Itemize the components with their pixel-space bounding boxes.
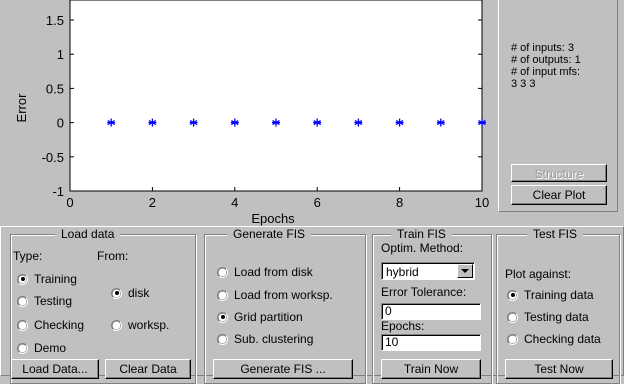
- input-mfs-label: # of input mfs:: [511, 66, 581, 78]
- train-fis-group: Train FIS Optim. Method: hybrid Error To…: [372, 227, 492, 384]
- generate-fis-button[interactable]: Generate FIS ...: [213, 359, 353, 379]
- clear-data-button[interactable]: Clear Data: [105, 359, 191, 379]
- radio-icon: [17, 319, 28, 331]
- chevron-down-icon[interactable]: [457, 264, 473, 278]
- x-tick-label: 10: [475, 195, 489, 210]
- radio-icon: [217, 289, 228, 301]
- source-workspace-radio[interactable]: worksp.: [111, 318, 169, 332]
- from-label: From:: [97, 249, 129, 263]
- test-checking-data-radio[interactable]: Checking data: [507, 332, 601, 346]
- y-tick-label: -1: [52, 184, 64, 199]
- x-tick-label: 2: [149, 195, 156, 210]
- y-tick-label: 0.5: [46, 81, 64, 96]
- radio-icon: [17, 342, 28, 354]
- x-tick-label: 8: [396, 195, 403, 210]
- epochs-label: Epochs:: [381, 319, 425, 333]
- generate-fis-title: Generate FIS: [227, 227, 312, 241]
- type-checking-radio[interactable]: Checking: [17, 318, 84, 332]
- x-axis-label: Epochs: [251, 211, 295, 226]
- train-fis-title: Train FIS: [391, 227, 452, 241]
- plot-area: [69, 0, 483, 192]
- type-training-radio[interactable]: Training: [17, 272, 77, 286]
- y-axis-label: Error: [14, 93, 29, 123]
- test-fis-group: Test FIS Plot against: Training data Tes…: [496, 227, 620, 384]
- x-tick-label: 4: [231, 195, 238, 210]
- radio-icon: [111, 319, 122, 331]
- load-from-disk-radio[interactable]: Load from disk: [217, 265, 313, 279]
- optim-method-select[interactable]: hybrid: [381, 262, 475, 280]
- error-tolerance-label: Error Tolerance:: [381, 285, 467, 299]
- load-from-workspace-radio[interactable]: Load from worksp.: [217, 288, 333, 302]
- radio-selected-icon: [217, 311, 228, 323]
- grid-partition-radio[interactable]: Grid partition: [217, 310, 303, 324]
- error-plot: 1.5 1 0.5 0 -0.5 -1 0 2 4 6 8 10 Error Epochs: [14, 0, 489, 226]
- source-disk-radio[interactable]: disk: [111, 286, 149, 300]
- type-label: Type:: [13, 249, 43, 263]
- test-training-data-radio[interactable]: Training data: [507, 288, 594, 302]
- test-now-button[interactable]: Test Now: [505, 359, 613, 379]
- load-data-group: Load data Type: From: Training Testing C…: [10, 227, 196, 384]
- fis-info-panel: # of inputs: 3 # of outputs: 1 # of inpu…: [498, 0, 618, 212]
- test-fis-title: Test FIS: [527, 227, 584, 241]
- x-tick-label: 0: [66, 195, 73, 210]
- sub-clustering-radio[interactable]: Sub. clustering: [217, 332, 313, 346]
- radio-selected-icon: [111, 287, 122, 299]
- outputs-count: # of outputs: 1: [511, 54, 581, 66]
- inputs-count: # of inputs: 3: [511, 42, 574, 54]
- radio-selected-icon: [507, 289, 518, 301]
- load-data-title: Load data: [55, 227, 121, 241]
- type-testing-radio[interactable]: Testing: [17, 294, 72, 308]
- radio-selected-icon: [17, 273, 28, 285]
- load-data-button[interactable]: Load Data...: [11, 359, 99, 379]
- y-tick-label: 1.5: [46, 13, 64, 28]
- clear-plot-button[interactable]: Clear Plot: [511, 185, 607, 205]
- type-demo-radio[interactable]: Demo: [17, 341, 66, 355]
- y-tick-label: 1: [57, 47, 64, 62]
- radio-icon: [507, 333, 518, 345]
- radio-icon: [217, 266, 228, 278]
- test-testing-data-radio[interactable]: Testing data: [507, 310, 589, 324]
- train-now-button[interactable]: Train Now: [381, 359, 481, 379]
- input-mfs-values: 3 3 3: [511, 78, 536, 90]
- optim-method-label: Optim. Method:: [381, 241, 464, 255]
- epochs-input[interactable]: 10: [381, 334, 481, 351]
- radio-icon: [217, 333, 228, 345]
- y-tick-label: 0: [57, 116, 64, 131]
- radio-icon: [17, 295, 28, 307]
- radio-icon: [507, 311, 518, 323]
- optim-method-value: hybrid: [386, 265, 419, 279]
- x-tick-label: 6: [314, 195, 321, 210]
- plot-against-label: Plot against:: [505, 267, 572, 281]
- y-tick-label: -0.5: [42, 150, 64, 165]
- error-tolerance-input[interactable]: 0: [381, 303, 481, 320]
- structure-button[interactable]: Structure: [511, 164, 607, 182]
- generate-fis-group: Generate FIS Load from disk Load from wo…: [204, 227, 366, 384]
